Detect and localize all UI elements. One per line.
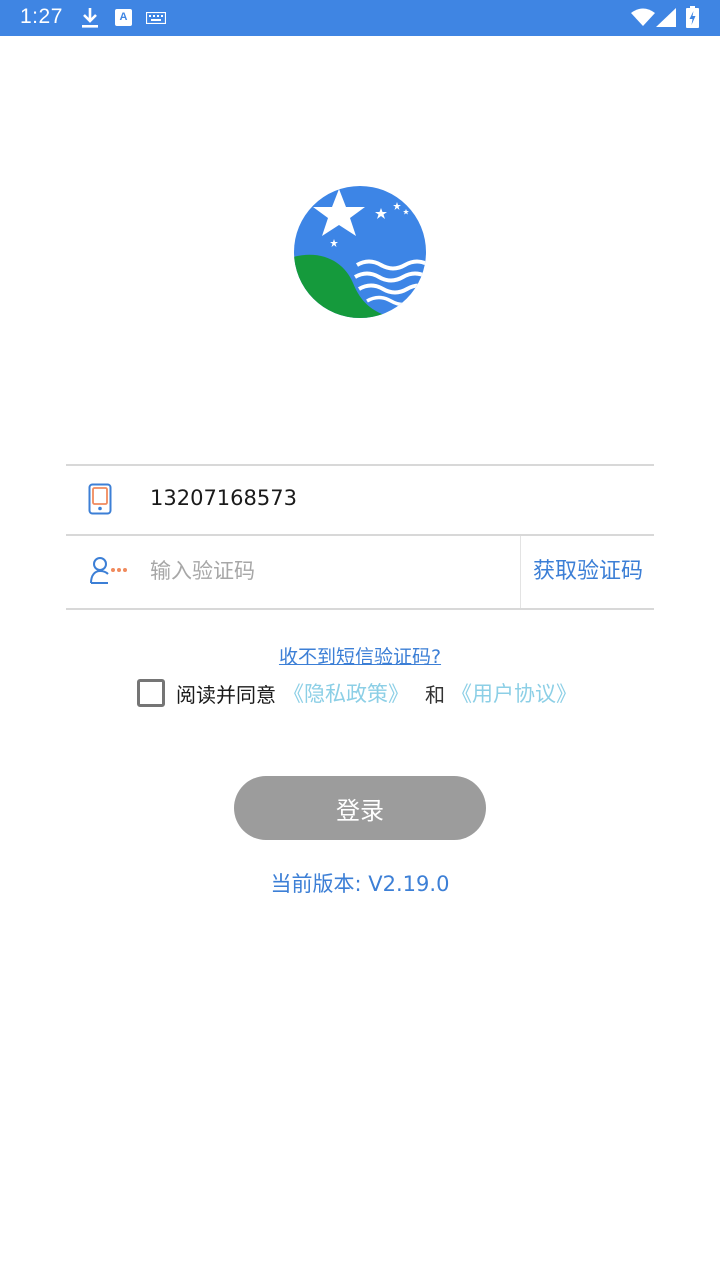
download-icon	[82, 8, 98, 28]
divider	[66, 464, 654, 466]
user-code-icon	[90, 557, 127, 584]
battery-charging-icon	[686, 6, 699, 28]
login-button[interactable]: 登录	[234, 776, 486, 840]
verification-code-input[interactable]	[150, 554, 510, 588]
vertical-divider	[520, 536, 521, 608]
text-a-icon: A	[115, 9, 132, 26]
version-label: 当前版本: V2.19.0	[270, 872, 450, 896]
user-agreement-link[interactable]: 《用户协议》	[451, 678, 577, 708]
agree-checkbox[interactable]	[137, 679, 165, 707]
privacy-policy-link[interactable]: 《隐私政策》	[283, 678, 409, 708]
app-logo	[294, 186, 426, 318]
get-code-button[interactable]: 获取验证码	[522, 536, 654, 608]
divider	[66, 608, 654, 610]
keyboard-icon	[146, 12, 166, 24]
no-sms-link[interactable]: 收不到短信验证码?	[0, 642, 720, 669]
agree-prefix: 阅读并同意	[176, 683, 276, 707]
status-bar: 1:27 A	[0, 0, 720, 36]
status-time: 1:27	[20, 5, 63, 28]
signal-icon	[656, 8, 676, 27]
phone-icon	[88, 483, 112, 515]
phone-number-value[interactable]: 13207168573	[150, 486, 297, 510]
wifi-icon	[631, 8, 655, 26]
and-text: 和	[425, 683, 445, 707]
login-form: 13207168573 获取验证码	[66, 464, 654, 610]
